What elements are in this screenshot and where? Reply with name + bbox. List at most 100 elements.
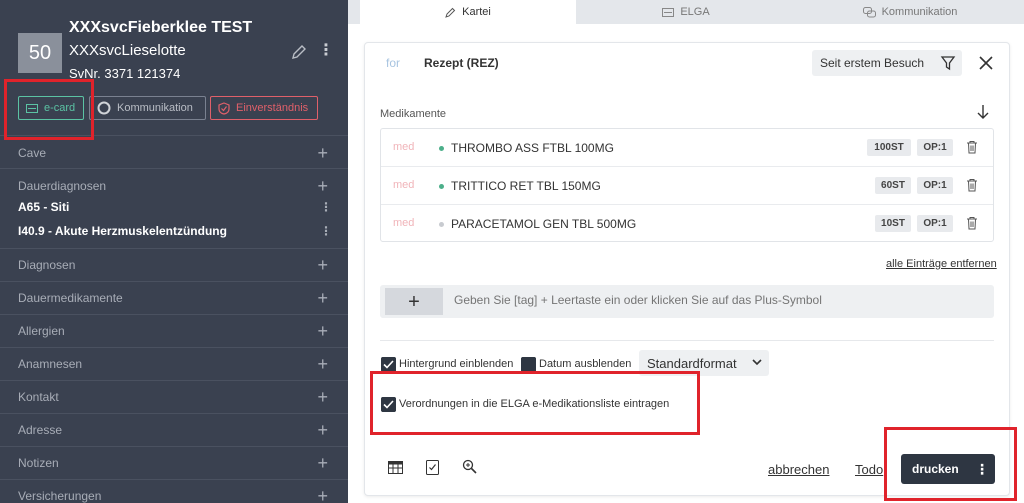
background-checkbox-label: Hintergrund einblenden [399, 358, 514, 370]
med-tag: med [393, 217, 415, 229]
sidebar-section-allergien[interactable]: Allergien + [0, 314, 348, 347]
close-icon[interactable] [978, 55, 994, 71]
highlight-frame-print [884, 427, 1017, 501]
sidebar-section-kontakt[interactable]: Kontakt + [0, 380, 348, 413]
chat-icon [862, 6, 876, 17]
sidebar-section-label: Diagnosen [18, 258, 76, 272]
sidebar-section-label: Notizen [18, 456, 59, 470]
arrow-down-icon[interactable] [976, 104, 990, 120]
remove-all-link[interactable]: alle Einträge entfernen [886, 258, 997, 270]
op-badge[interactable]: OP:1 [917, 215, 953, 232]
tab-elga[interactable]: ELGA [576, 0, 796, 24]
kommunikation-button[interactable]: Kommunikation [89, 96, 206, 120]
prescription-type[interactable]: Rezept (REZ) [424, 56, 499, 70]
add-dauermedikament-icon[interactable]: + [317, 289, 328, 307]
quantity-badge[interactable]: 60ST [875, 177, 911, 194]
sidebar-section-dauerdiagnosen[interactable]: Dauerdiagnosen + A65 - Siti ⋮ I40.9 - Ak… [0, 168, 348, 248]
medication-name: PARACETAMOL GEN TBL 500MG [451, 217, 637, 231]
medication-name: THROMBO ASS FTBL 100MG [451, 141, 614, 155]
sidebar-section-label: Versicherungen [18, 489, 102, 503]
sidebar-section-diagnosen[interactable]: Diagnosen + [0, 248, 348, 281]
tab-kartei-label: Kartei [462, 6, 491, 18]
op-badge[interactable]: OP:1 [917, 177, 953, 194]
for-label: for [386, 56, 401, 70]
tag-input-bar: + [380, 285, 994, 318]
medication-row[interactable]: med PARACETAMOL GEN TBL 500MG 10ST OP:1 [381, 205, 993, 243]
trash-icon[interactable] [966, 140, 978, 154]
tab-kommunikation-label: Kommunikation [881, 6, 958, 18]
tab-kommunikation[interactable]: Kommunikation [796, 0, 1024, 24]
hide-date-checkbox[interactable] [521, 357, 536, 372]
diagnosis-entry[interactable]: A65 - Siti [18, 200, 69, 214]
add-adresse-icon[interactable]: + [317, 421, 328, 439]
status-dot [439, 184, 444, 189]
quantity-badge[interactable]: 10ST [875, 215, 911, 232]
plus-icon: + [408, 290, 420, 313]
patient-last-name: XXXsvcFieberklee TEST [69, 19, 253, 36]
trash-icon[interactable] [966, 216, 978, 230]
table-icon[interactable] [388, 461, 403, 474]
sidebar-section-label: Dauermedikamente [18, 291, 123, 305]
add-versicherung-icon[interactable]: + [317, 487, 328, 503]
status-dot [439, 146, 444, 151]
medications-heading: Medikamente [380, 108, 447, 120]
add-anamnese-icon[interactable]: + [317, 355, 328, 373]
sidebar-section-versicherungen[interactable]: Versicherungen + [0, 479, 348, 503]
format-select-value: Standardformat [647, 355, 737, 371]
cancel-link[interactable]: abbrechen [768, 462, 829, 477]
add-diagnose-icon[interactable]: + [317, 256, 328, 274]
medication-row[interactable]: med THROMBO ASS FTBL 100MG 100ST OP:1 [381, 129, 993, 167]
medication-list: med THROMBO ASS FTBL 100MG 100ST OP:1 me… [380, 128, 994, 242]
add-notiz-icon[interactable]: + [317, 454, 328, 472]
sidebar-section-adresse[interactable]: Adresse + [0, 413, 348, 446]
divider [380, 340, 994, 341]
chevron-down-icon[interactable] [752, 358, 762, 366]
add-dauerdiagnose-icon[interactable]: + [317, 177, 328, 195]
quantity-badge[interactable]: 100ST [867, 139, 911, 156]
trash-icon[interactable] [966, 178, 978, 192]
einverstaendnis-button[interactable]: Einverständnis [210, 96, 318, 120]
add-cave-icon[interactable]: + [317, 144, 328, 162]
card-icon [662, 7, 675, 17]
highlight-frame-elga [370, 371, 700, 435]
hide-date-checkbox-label: Datum ausblenden [539, 358, 632, 370]
tab-elga-label: ELGA [680, 6, 710, 18]
kommunikation-button-label: Kommunikation [117, 102, 193, 114]
circle-icon [97, 101, 111, 115]
clipboard-check-icon[interactable] [426, 459, 439, 475]
tab-kartei[interactable]: Kartei [360, 0, 576, 24]
diagnosis-more-icon[interactable]: ⋮ [320, 224, 332, 238]
medication-name: TRITTICO RET TBL 150MG [451, 179, 601, 193]
visit-filter-label: Seit erstem Besuch [820, 56, 925, 70]
diagnosis-entry[interactable]: I40.9 - Akute Herzmuskelentzündung [18, 224, 227, 238]
edit-pencil-icon[interactable] [290, 43, 308, 61]
sidebar-section-anamnesen[interactable]: Anamnesen + [0, 347, 348, 380]
patient-more-icon[interactable]: ⋮ [318, 42, 334, 60]
sidebar-section-label: Anamnesen [18, 357, 83, 371]
med-tag: med [393, 179, 415, 191]
pencil-icon [445, 7, 456, 18]
op-badge[interactable]: OP:1 [917, 139, 953, 156]
tag-input[interactable] [454, 293, 974, 307]
diagnosis-more-icon[interactable]: ⋮ [320, 200, 332, 214]
filter-icon[interactable] [940, 55, 956, 71]
patient-first-name: XXXsvcLieselotte [69, 42, 186, 59]
top-tab-bar: Kartei ELGA Kommunikation [348, 0, 1024, 24]
add-kontakt-icon[interactable]: + [317, 388, 328, 406]
sidebar-section-label: Cave [18, 146, 47, 160]
status-dot [439, 222, 444, 227]
zoom-icon[interactable] [462, 459, 477, 474]
einverstaendnis-button-label: Einverständnis [236, 102, 309, 114]
sidebar-section-dauermedikamente[interactable]: Dauermedikamente + [0, 281, 348, 314]
sidebar-section-label: Kontakt [18, 390, 59, 404]
sidebar-section-notizen[interactable]: Notizen + [0, 446, 348, 479]
patient-age-badge: 50 [18, 33, 62, 73]
todo-link[interactable]: Todo [855, 462, 883, 477]
sidebar-section-label: Adresse [18, 423, 63, 437]
background-checkbox[interactable] [381, 357, 396, 372]
patient-sidebar: 50 XXXsvcFieberklee TEST XXXsvcLieselott… [0, 0, 348, 503]
shield-check-icon [218, 101, 230, 115]
add-allergie-icon[interactable]: + [317, 322, 328, 340]
medication-row[interactable]: med TRITTICO RET TBL 150MG 60ST OP:1 [381, 167, 993, 205]
add-medication-button[interactable]: + [385, 288, 443, 315]
